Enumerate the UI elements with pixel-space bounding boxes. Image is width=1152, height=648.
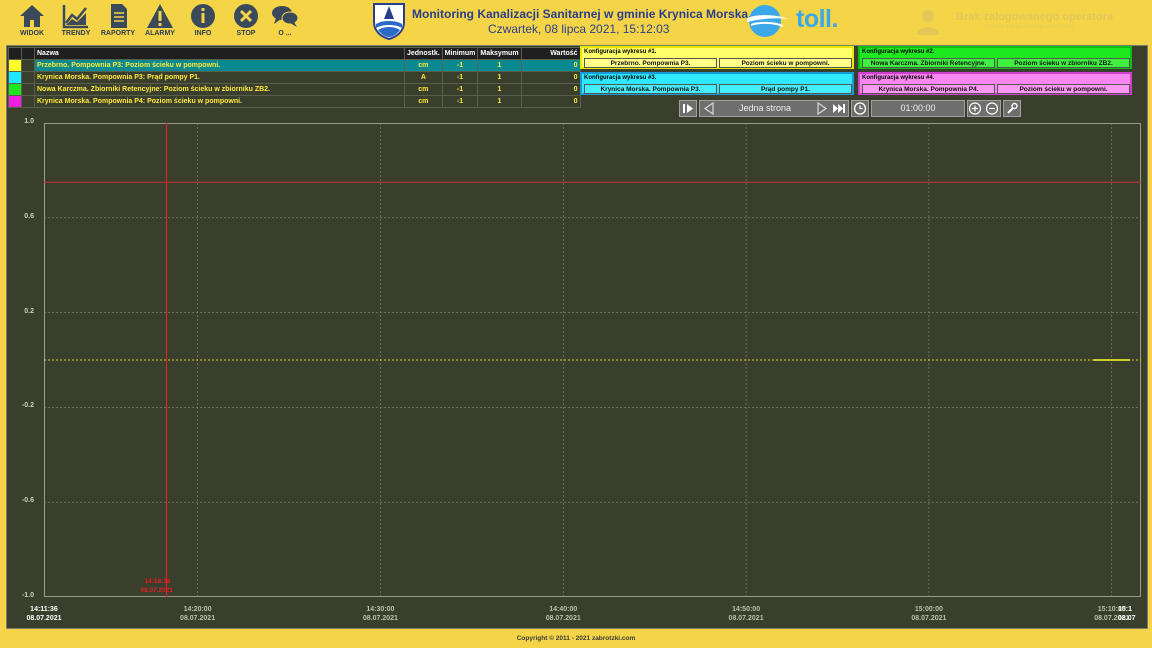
x-tick-date: 08.07.2021 — [728, 615, 764, 622]
y-tick-label: -1.0 — [21, 592, 34, 599]
x-tick-date: 08.07.2021 — [545, 615, 581, 622]
x-tick-label: 14:11:36 08.07.2021 — [19, 605, 69, 623]
x-tick-date: 08.07.2021 — [362, 615, 398, 622]
x-tick-date: 08.07.2021 — [26, 615, 62, 622]
y-tick-label: -0.2 — [21, 402, 34, 410]
copyright-footer: Copyright © 2011 - 2021 zabrotzki.com — [516, 635, 636, 642]
x-tick-time: 14:30:00 — [366, 606, 395, 613]
x-tick-time: 15:1 — [1118, 606, 1133, 613]
cursor-date-label: 08.07.2021 — [140, 587, 173, 594]
x-tick-time: 14:20:00 — [183, 606, 212, 613]
x-tick-date: 08.07.2021 — [911, 615, 947, 622]
y-tick-label: 0.6 — [24, 212, 34, 220]
x-tick-time: 15:00:00 — [914, 606, 943, 613]
x-tick-label: 15:1 08.07 — [1118, 605, 1148, 623]
x-tick-label: 14:30:00 08.07.2021 — [355, 605, 405, 623]
x-tick-time: 14:40:00 — [549, 606, 578, 613]
x-tick-date: 08.07.2021 — [180, 615, 216, 622]
x-tick-label: 14:50:00 08.07.2021 — [721, 605, 771, 623]
cursor-time-label: 14:18:18 — [144, 578, 170, 585]
x-tick-label: 14:40:00 08.07.2021 — [538, 605, 588, 623]
y-tick-label: -0.6 — [21, 497, 34, 505]
x-tick-label: 15:00:00 08.07.2021 — [904, 605, 954, 623]
trend-chart: 14:18:18 08.07.2021 — [44, 123, 1141, 597]
x-tick-label: 14:20:00 08.07.2021 — [173, 605, 223, 623]
x-tick-time: 14:11:36 — [30, 606, 58, 613]
y-tick-label: 0.2 — [24, 307, 34, 315]
x-tick-time: 14:50:00 — [732, 606, 761, 613]
x-tick-date: 08.07 — [1118, 615, 1136, 622]
y-tick-label: 1.0 — [24, 118, 34, 125]
